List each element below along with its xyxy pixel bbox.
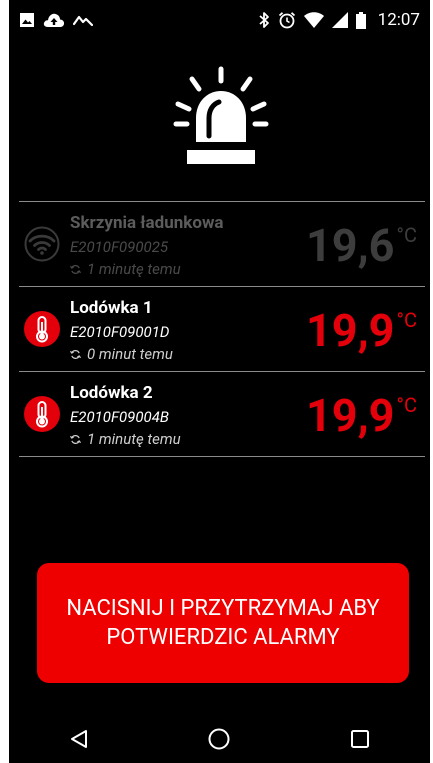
temperature-value: 19,9 [305,389,395,442]
refresh-icon [70,434,81,445]
sensor-row-skrzynia[interactable]: Skrzynia ładunkowa E2010F090025 1 minutę… [19,202,425,286]
image-icon [19,12,35,28]
wifi-icon [24,226,60,262]
temperature-value: 19,6 [305,219,395,272]
sensor-updated: 1 minutę temu [70,430,181,448]
thermometer-icon [24,311,60,347]
sensor-updated-text: 0 minut temu [87,345,173,363]
refresh-icon [70,349,81,360]
alarm-clock-icon [278,11,296,29]
temperature-unit: °C [396,393,418,417]
activity-icon [73,13,93,27]
sensor-name: Skrzynia ładunkowa [70,213,224,233]
thermometer-icon [24,396,60,432]
status-time: 12:07 [377,10,420,30]
sensor-id: E2010F090025 [70,238,169,256]
siren-icon [165,66,277,168]
cloud-upload-icon [43,12,65,28]
wifi-icon [303,12,324,28]
sensor-id: E2010F09004B [70,408,169,426]
sensor-updated: 0 minut temu [70,345,173,363]
status-bar-right: 12:07 [258,10,420,30]
sensor-temperature: 19,9 °C [306,307,417,355]
temperature-value: 19,9 [305,304,395,357]
navigation-bar [9,715,430,763]
app-screen: 12:07 Skrzynia ładunkowa E2010F090025 1 … [9,0,430,763]
battery-icon [355,11,366,29]
divider [19,456,425,457]
sensor-row-lodowka-1[interactable]: Lodówka 1 E2010F09001D 0 minut temu 19,9… [19,287,425,371]
sensor-id: E2010F09001D [70,323,170,341]
signal-icon [331,12,348,28]
status-bar: 12:07 [9,0,430,40]
sensor-updated: 1 minutę temu [70,260,181,278]
home-icon[interactable] [207,727,231,751]
back-icon[interactable] [68,728,90,750]
sensor-name: Lodówka 1 [70,298,153,318]
sensor-temperature: 19,9 °C [306,392,417,440]
temperature-unit: °C [396,308,418,332]
sensor-name: Lodówka 2 [70,383,153,403]
sensor-row-lodowka-2[interactable]: Lodówka 2 E2010F09004B 1 minutę temu 19,… [19,372,425,456]
sensor-list: Skrzynia ładunkowa E2010F090025 1 minutę… [19,201,425,457]
status-bar-left [19,12,93,28]
sensor-updated-text: 1 minutę temu [87,430,181,448]
bluetooth-icon [258,11,270,29]
sensor-updated-text: 1 minutę temu [87,260,181,278]
sensor-temperature: 19,6 °C [306,222,417,270]
recents-icon[interactable] [349,728,371,750]
temperature-unit: °C [396,223,418,247]
refresh-icon [70,264,81,275]
acknowledge-alarms-button[interactable]: NACISNIJ I PRZYTRZYMAJ ABY POTWIERDZIC A… [37,563,409,683]
